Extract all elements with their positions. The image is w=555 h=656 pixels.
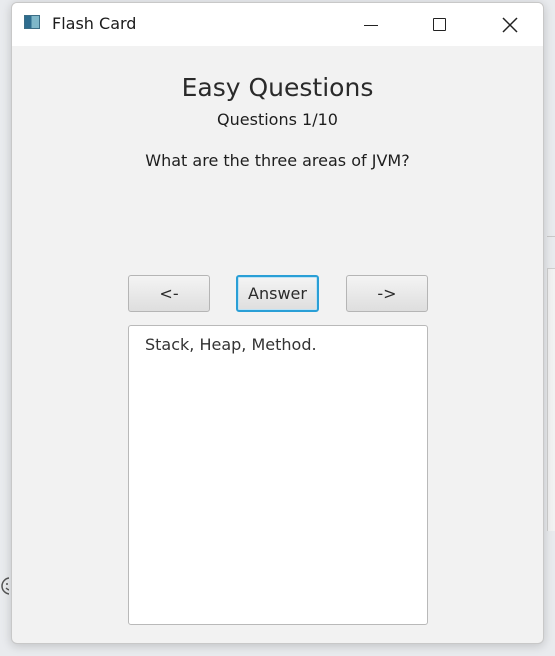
question-text: What are the three areas of JVM? bbox=[145, 151, 410, 170]
flash-card-window: Flash Card Easy Questions Questions 1/10… bbox=[11, 2, 544, 644]
minimize-icon bbox=[364, 24, 378, 26]
maximize-icon bbox=[432, 18, 446, 31]
title-bar[interactable]: Flash Card bbox=[12, 3, 543, 46]
window-title: Flash Card bbox=[52, 14, 137, 33]
emoji-icon bbox=[0, 575, 9, 597]
minimize-button[interactable] bbox=[336, 3, 406, 46]
maximize-button[interactable] bbox=[404, 3, 474, 46]
previous-button[interactable]: <- bbox=[128, 275, 210, 312]
close-button[interactable] bbox=[475, 3, 543, 46]
java-app-icon bbox=[24, 15, 40, 29]
answer-text: Stack, Heap, Method. bbox=[145, 335, 317, 354]
page-title: Easy Questions bbox=[181, 73, 374, 102]
question-progress: Questions 1/10 bbox=[217, 110, 338, 129]
answer-text-area[interactable]: Stack, Heap, Method. bbox=[128, 325, 428, 625]
background-window-edge bbox=[547, 268, 555, 531]
background-window-edge bbox=[547, 236, 555, 243]
close-icon bbox=[502, 16, 518, 33]
answer-button[interactable]: Answer bbox=[236, 275, 319, 312]
next-button[interactable]: -> bbox=[346, 275, 428, 312]
